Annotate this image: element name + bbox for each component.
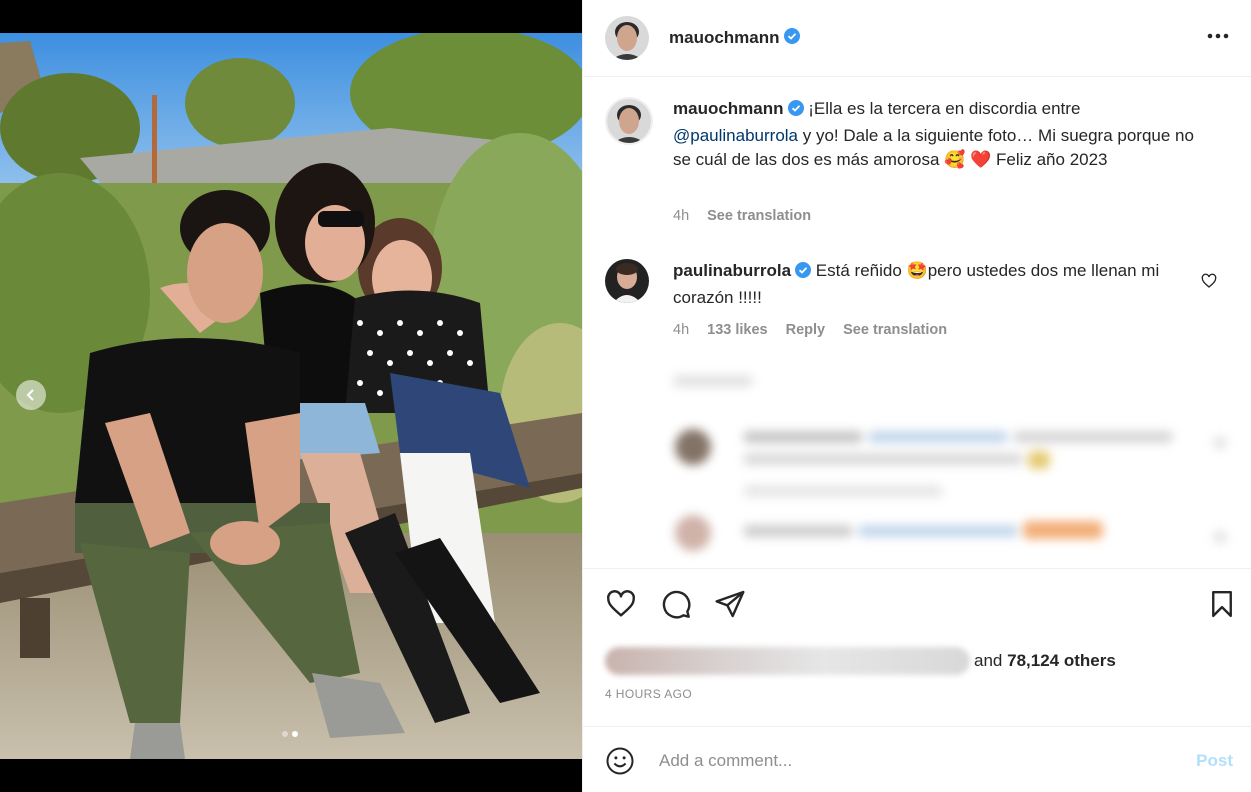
post-timestamp: 4 HOURS AGO	[605, 687, 693, 701]
comments-list[interactable]: mauochmann ¡Ella es la tercera en discor…	[583, 77, 1251, 568]
blurred-likers	[605, 647, 970, 675]
comment-time: 4h	[673, 322, 690, 338]
smiling-hearts-emoji: 🥰	[944, 150, 966, 169]
author-avatar[interactable]	[605, 16, 649, 60]
caption-text-part: ¡Ella es la tercera en discordia entre	[808, 99, 1081, 118]
post-side-panel: mauochmann mauochmann ¡Ella es la tercer…	[582, 0, 1251, 792]
comment-likes-count[interactable]: 133 likes	[707, 322, 767, 338]
avatar-image	[605, 259, 649, 303]
chevron-left-icon	[26, 389, 34, 401]
more-icon	[1207, 33, 1229, 39]
bookmark-icon	[1212, 590, 1232, 618]
carousel-dot-active	[292, 731, 298, 737]
paper-plane-icon	[715, 590, 745, 618]
comment-author[interactable]: paulinaburrola	[673, 261, 791, 280]
comment-bubble-icon	[662, 590, 691, 619]
photo-illustration	[0, 33, 582, 759]
carousel-dot	[282, 731, 288, 737]
comment-text: paulinaburrola Está reñido 🤩pero ustedes…	[673, 259, 1213, 310]
emoji-picker-button[interactable]	[605, 746, 635, 781]
save-button[interactable]	[1207, 588, 1237, 625]
photo-panel	[0, 0, 582, 792]
post-comment-button[interactable]: Post	[1196, 751, 1233, 771]
likes-summary[interactable]: and 78,124 others	[605, 645, 1116, 677]
commenter-avatar[interactable]	[605, 259, 649, 303]
emoji-icon	[606, 747, 634, 775]
likes-count[interactable]: 78,124 others	[1007, 651, 1116, 671]
author-username[interactable]: mauochmann	[669, 28, 780, 48]
verified-badge-icon	[795, 261, 812, 286]
heart-outline-icon	[607, 590, 635, 617]
mention-link[interactable]: @paulinaburrola	[673, 126, 798, 145]
comment-button[interactable]	[660, 588, 692, 625]
star-struck-emoji: 🤩	[906, 261, 928, 280]
reply-button[interactable]: Reply	[786, 322, 826, 338]
see-translation-link[interactable]: See translation	[843, 322, 947, 338]
post-actions: and 78,124 others 4 HOURS AGO Post	[583, 568, 1251, 792]
previous-photo-button[interactable]	[16, 380, 46, 410]
red-heart-emoji: ❤️	[970, 150, 992, 169]
verified-badge-icon	[783, 27, 800, 49]
avatar-image	[605, 16, 649, 60]
see-translation-link[interactable]: See translation	[707, 208, 811, 224]
caption-author[interactable]: mauochmann	[673, 99, 784, 118]
caption-avatar[interactable]	[605, 97, 653, 145]
post-photo[interactable]	[0, 33, 582, 759]
comment-composer: Post	[583, 726, 1251, 792]
caption-time: 4h	[673, 208, 690, 224]
blurred-comments	[583, 367, 1251, 567]
like-button[interactable]	[605, 588, 637, 625]
likes-connector: and	[974, 651, 1003, 670]
like-comment-button[interactable]	[1201, 273, 1217, 294]
post-header: mauochmann	[583, 0, 1251, 77]
caption-meta: 4h See translation	[673, 208, 811, 224]
comment-input[interactable]	[659, 747, 1139, 775]
comment-meta: 4h 133 likes Reply See translation	[673, 322, 947, 338]
more-options-button[interactable]	[1205, 26, 1231, 46]
share-button[interactable]	[714, 588, 746, 625]
comment-text-part: Está reñido	[811, 261, 907, 280]
caption: mauochmann ¡Ella es la tercera en discor…	[605, 97, 1225, 227]
caption-text-part: Feliz año 2023	[991, 150, 1108, 169]
verified-badge-icon	[787, 99, 804, 124]
comment-item: paulinaburrola Está reñido 🤩pero ustedes…	[605, 259, 1225, 349]
heart-outline-icon	[1201, 273, 1217, 288]
caption-text: mauochmann ¡Ella es la tercera en discor…	[673, 97, 1213, 173]
carousel-indicator	[282, 731, 298, 737]
avatar-image	[607, 99, 651, 143]
